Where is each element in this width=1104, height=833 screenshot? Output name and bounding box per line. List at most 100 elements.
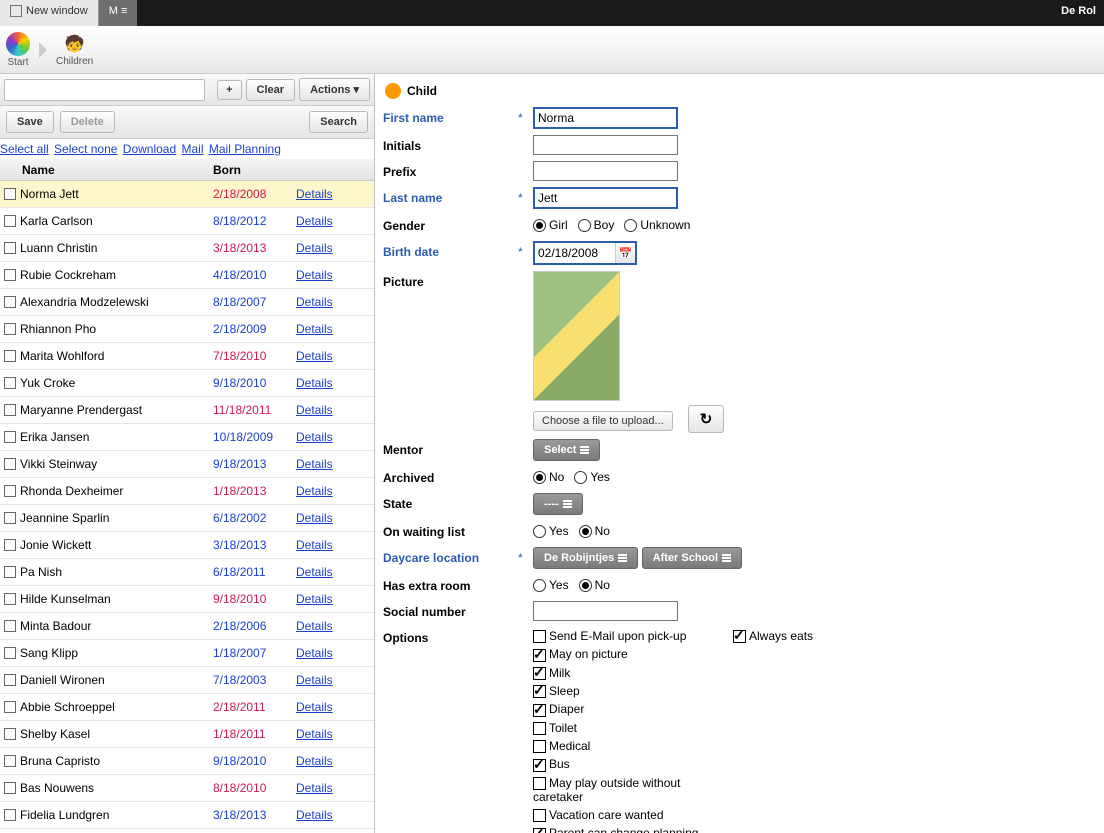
- mail-planning-link[interactable]: Mail Planning: [209, 142, 281, 156]
- tab-m[interactable]: M ≡: [99, 0, 138, 26]
- col-name[interactable]: Name: [20, 163, 213, 177]
- archived-yes[interactable]: Yes: [574, 470, 610, 484]
- details-link[interactable]: Details: [296, 538, 333, 552]
- download-link[interactable]: Download: [123, 142, 176, 156]
- actions-button[interactable]: Actions ▾: [299, 78, 370, 101]
- row-checkbox[interactable]: [4, 755, 16, 767]
- last-name-input[interactable]: [533, 187, 678, 209]
- details-link[interactable]: Details: [296, 241, 333, 255]
- opt-always-eats[interactable]: Always eats: [733, 627, 933, 645]
- details-link[interactable]: Details: [296, 673, 333, 687]
- table-row[interactable]: Rhiannon Pho2/18/2009Details: [0, 316, 374, 343]
- table-row[interactable]: Yuk Croke9/18/2010Details: [0, 370, 374, 397]
- initials-input[interactable]: [533, 135, 678, 155]
- archived-no[interactable]: No: [533, 470, 564, 484]
- details-link[interactable]: Details: [296, 268, 333, 282]
- row-checkbox[interactable]: [4, 296, 16, 308]
- social-input[interactable]: [533, 601, 678, 621]
- select-all-link[interactable]: Select all: [0, 142, 49, 156]
- row-checkbox[interactable]: [4, 620, 16, 632]
- row-checkbox[interactable]: [4, 512, 16, 524]
- mail-link[interactable]: Mail: [182, 142, 204, 156]
- crumb-start[interactable]: Start: [0, 32, 36, 68]
- row-checkbox[interactable]: [4, 674, 16, 686]
- details-link[interactable]: Details: [296, 511, 333, 525]
- table-row[interactable]: Norma Jett2/18/2008Details: [0, 181, 374, 208]
- row-checkbox[interactable]: [4, 431, 16, 443]
- details-link[interactable]: Details: [296, 187, 333, 201]
- row-checkbox[interactable]: [4, 377, 16, 389]
- calendar-icon[interactable]: 📅: [615, 243, 635, 263]
- details-link[interactable]: Details: [296, 376, 333, 390]
- opt-toilet[interactable]: Toilet: [533, 719, 733, 737]
- table-row[interactable]: Jonie Wickett3/18/2013Details: [0, 532, 374, 559]
- details-link[interactable]: Details: [296, 457, 333, 471]
- refresh-icon[interactable]: ↻: [688, 405, 724, 433]
- table-row[interactable]: Daniell Wironen7/18/2003Details: [0, 667, 374, 694]
- details-link[interactable]: Details: [296, 295, 333, 309]
- details-link[interactable]: Details: [296, 700, 333, 714]
- upload-button[interactable]: Choose a file to upload...: [533, 411, 673, 431]
- table-row[interactable]: Minta Badour2/18/2006Details: [0, 613, 374, 640]
- first-name-input[interactable]: [533, 107, 678, 129]
- row-checkbox[interactable]: [4, 350, 16, 362]
- details-link[interactable]: Details: [296, 646, 333, 660]
- gender-unknown[interactable]: Unknown: [624, 218, 690, 232]
- table-row[interactable]: Sang Klipp1/18/2007Details: [0, 640, 374, 667]
- details-link[interactable]: Details: [296, 322, 333, 336]
- gender-boy[interactable]: Boy: [578, 218, 615, 232]
- row-checkbox[interactable]: [4, 539, 16, 551]
- opt-outside[interactable]: May play outside without caretaker: [533, 774, 733, 806]
- details-link[interactable]: Details: [296, 592, 333, 606]
- state-select[interactable]: ----: [533, 493, 583, 515]
- table-row[interactable]: Shelby Kasel1/18/2011Details: [0, 721, 374, 748]
- delete-button[interactable]: Delete: [60, 111, 115, 133]
- row-checkbox[interactable]: [4, 809, 16, 821]
- table-row[interactable]: Rubie Cockreham4/18/2010Details: [0, 262, 374, 289]
- opt-diaper[interactable]: Diaper: [533, 700, 733, 718]
- table-row[interactable]: Abbie Schroeppel2/18/2011Details: [0, 694, 374, 721]
- row-checkbox[interactable]: [4, 782, 16, 794]
- details-link[interactable]: Details: [296, 619, 333, 633]
- table-row[interactable]: Vikki Steinway9/18/2013Details: [0, 451, 374, 478]
- details-link[interactable]: Details: [296, 349, 333, 363]
- row-checkbox[interactable]: [4, 647, 16, 659]
- details-link[interactable]: Details: [296, 565, 333, 579]
- row-checkbox[interactable]: [4, 728, 16, 740]
- waiting-yes[interactable]: Yes: [533, 524, 569, 538]
- table-row[interactable]: Hilde Kunselman9/18/2010Details: [0, 586, 374, 613]
- col-born[interactable]: Born: [213, 163, 296, 177]
- table-row[interactable]: Luann Christin3/18/2013Details: [0, 235, 374, 262]
- details-link[interactable]: Details: [296, 403, 333, 417]
- gender-girl[interactable]: Girl: [533, 218, 568, 232]
- mentor-select[interactable]: Select: [533, 439, 600, 461]
- table-row[interactable]: Fidelia Lundgren3/18/2013Details: [0, 802, 374, 829]
- row-checkbox[interactable]: [4, 215, 16, 227]
- add-button[interactable]: +: [217, 80, 241, 100]
- row-checkbox[interactable]: [4, 323, 16, 335]
- table-row[interactable]: Pa Nish6/18/2011Details: [0, 559, 374, 586]
- details-link[interactable]: Details: [296, 808, 333, 822]
- search-button[interactable]: Search: [309, 111, 368, 133]
- save-button[interactable]: Save: [6, 111, 54, 133]
- birth-date-input[interactable]: [535, 243, 615, 263]
- select-none-link[interactable]: Select none: [54, 142, 117, 156]
- table-row[interactable]: Marita Wohlford7/18/2010Details: [0, 343, 374, 370]
- table-row[interactable]: Jeannine Sparlin6/18/2002Details: [0, 505, 374, 532]
- clear-button[interactable]: Clear: [246, 79, 296, 101]
- opt-email[interactable]: Send E-Mail upon pick-up: [533, 627, 733, 645]
- search-input[interactable]: [4, 79, 205, 101]
- waiting-no[interactable]: No: [579, 524, 610, 538]
- table-row[interactable]: Karla Carlson8/18/2012Details: [0, 208, 374, 235]
- table-row[interactable]: Maryanne Prendergast11/18/2011Details: [0, 397, 374, 424]
- opt-bus[interactable]: Bus: [533, 755, 733, 773]
- extra-no[interactable]: No: [579, 578, 610, 592]
- details-link[interactable]: Details: [296, 781, 333, 795]
- table-row[interactable]: Alexandria Modzelewski8/18/2007Details: [0, 289, 374, 316]
- row-checkbox[interactable]: [4, 593, 16, 605]
- row-checkbox[interactable]: [4, 404, 16, 416]
- details-link[interactable]: Details: [296, 754, 333, 768]
- extra-yes[interactable]: Yes: [533, 578, 569, 592]
- table-row[interactable]: Rhonda Dexheimer1/18/2013Details: [0, 478, 374, 505]
- table-row[interactable]: Bas Nouwens8/18/2010Details: [0, 775, 374, 802]
